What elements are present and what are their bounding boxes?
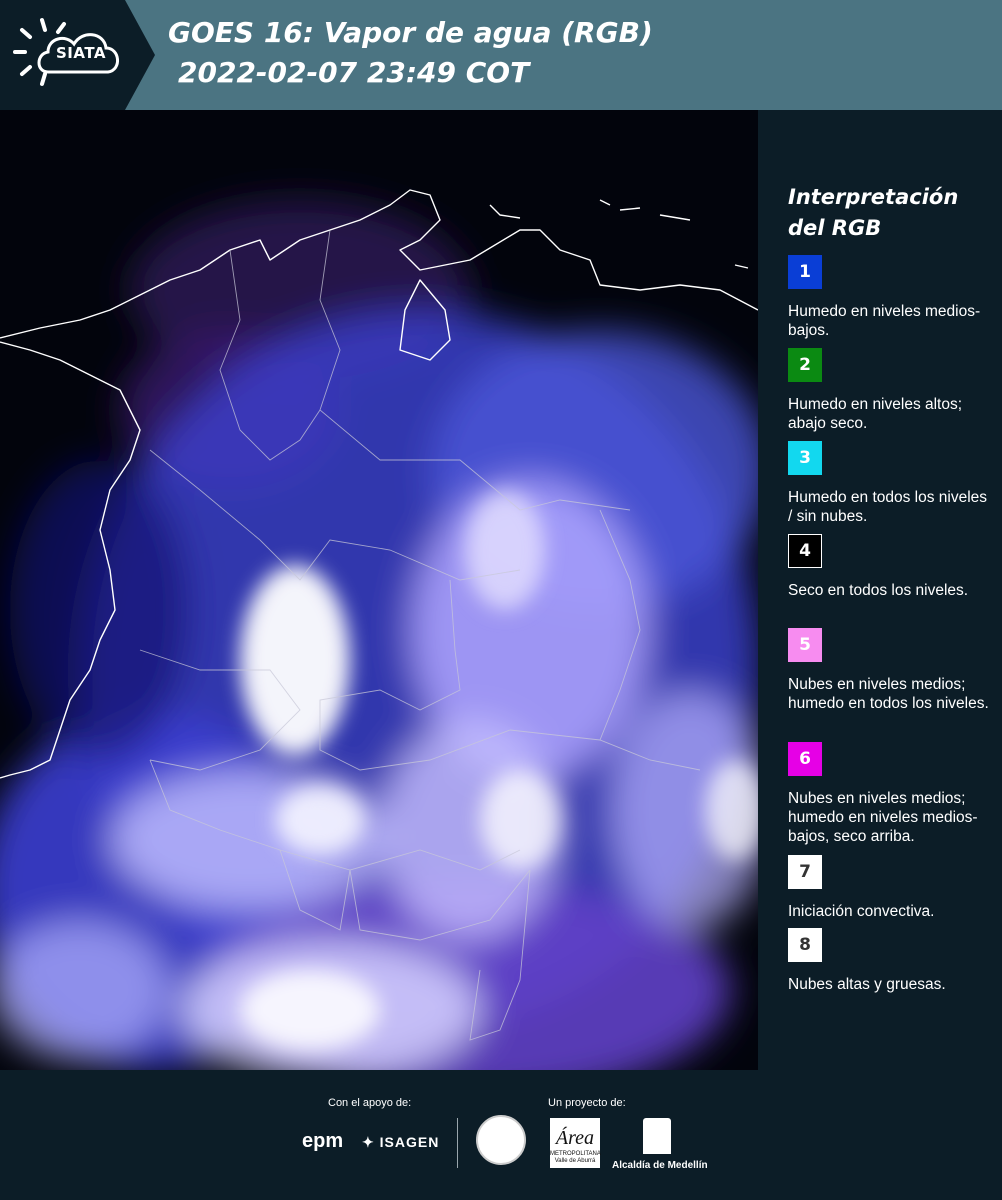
legend-number: 6 [799,749,811,769]
legend-item: 4 Seco en todos los niveles. [788,534,993,600]
legend-swatch: 1 [788,255,822,289]
legend-text: Nubes en niveles medios; humedo en todos… [788,676,989,712]
siata-logo: SIATA [0,0,155,110]
isagen-logo: ✦ ISAGEN [362,1134,439,1151]
footer: Con el apoyo de: Un proyecto de: epm ✦ I… [0,1070,1002,1200]
footer-divider [457,1118,458,1168]
legend-number: 8 [799,935,811,955]
legend-text: Humedo en niveles altos; abajo seco. [788,396,963,432]
antioquia-seal-icon [476,1115,526,1165]
page-title: GOES 16: Vapor de agua (RGB) [168,16,653,49]
legend-number: 3 [799,448,811,468]
epm-logo: epm [302,1130,344,1152]
legend-swatch: 2 [788,348,822,382]
legend-item: 1 Humedo en niveles medios-bajos. [788,255,993,340]
legend-text: Nubes en niveles medios; humedo en nivel… [788,790,978,845]
legend-item: 5 Nubes en niveles medios; humedo en tod… [788,628,993,713]
satellite-map [0,110,758,1070]
legend-title: Interpretación del RGB [788,185,959,240]
legend-text: Humedo en niveles medios-bajos. [788,303,981,339]
legend-item: 3 Humedo en todos los niveles / sin nube… [788,441,993,526]
area-metropolitana-logo: Área METROPOLITANA Valle de Aburrá [550,1118,601,1168]
legend-panel: Interpretación del RGB 1 Humedo en nivel… [758,110,1002,1070]
legend-swatch: 8 [788,928,822,962]
alcaldia-shield-icon [643,1118,671,1154]
legend-swatch: 6 [788,742,822,776]
legend-swatch: 5 [788,628,822,662]
legend-number: 4 [799,541,811,561]
siata-logo-text: SIATA [56,44,107,62]
alcaldia-logo-text: Alcaldía de Medellín [612,1160,708,1171]
area-logo-text: Área [555,1127,595,1149]
project-label: Un proyecto de: [548,1097,626,1109]
legend-swatch: 4 [788,534,822,568]
legend-number: 2 [799,355,811,375]
isagen-logo-text: ISAGEN [379,1134,440,1150]
legend-item: 8 Nubes altas y gruesas. [788,928,993,994]
legend-number: 7 [799,862,811,882]
timestamp: 2022-02-07 23:49 COT [178,56,530,89]
isagen-star-icon: ✦ [362,1134,375,1150]
legend-item: 7 Iniciación convectiva. [788,855,993,921]
legend-text: Humedo en todos los niveles / sin nubes. [788,489,988,525]
legend-item: 2 Humedo en niveles altos; abajo seco. [788,348,993,433]
legend-text: Nubes altas y gruesas. [788,976,946,993]
legend-number: 1 [799,262,811,282]
legend-swatch: 3 [788,441,822,475]
legend-text: Iniciación convectiva. [788,903,935,920]
legend-swatch: 7 [788,855,822,889]
header-bar: SIATA GOES 16: Vapor de agua (RGB) 2022-… [0,0,1002,110]
legend-number: 5 [799,635,811,655]
legend-text: Seco en todos los niveles. [788,582,969,599]
legend-item: 6 Nubes en niveles medios; humedo en niv… [788,742,993,846]
support-label: Con el apoyo de: [328,1097,412,1109]
area-logo-subtext: METROPOLITANA Valle de Aburrá [550,1151,601,1164]
